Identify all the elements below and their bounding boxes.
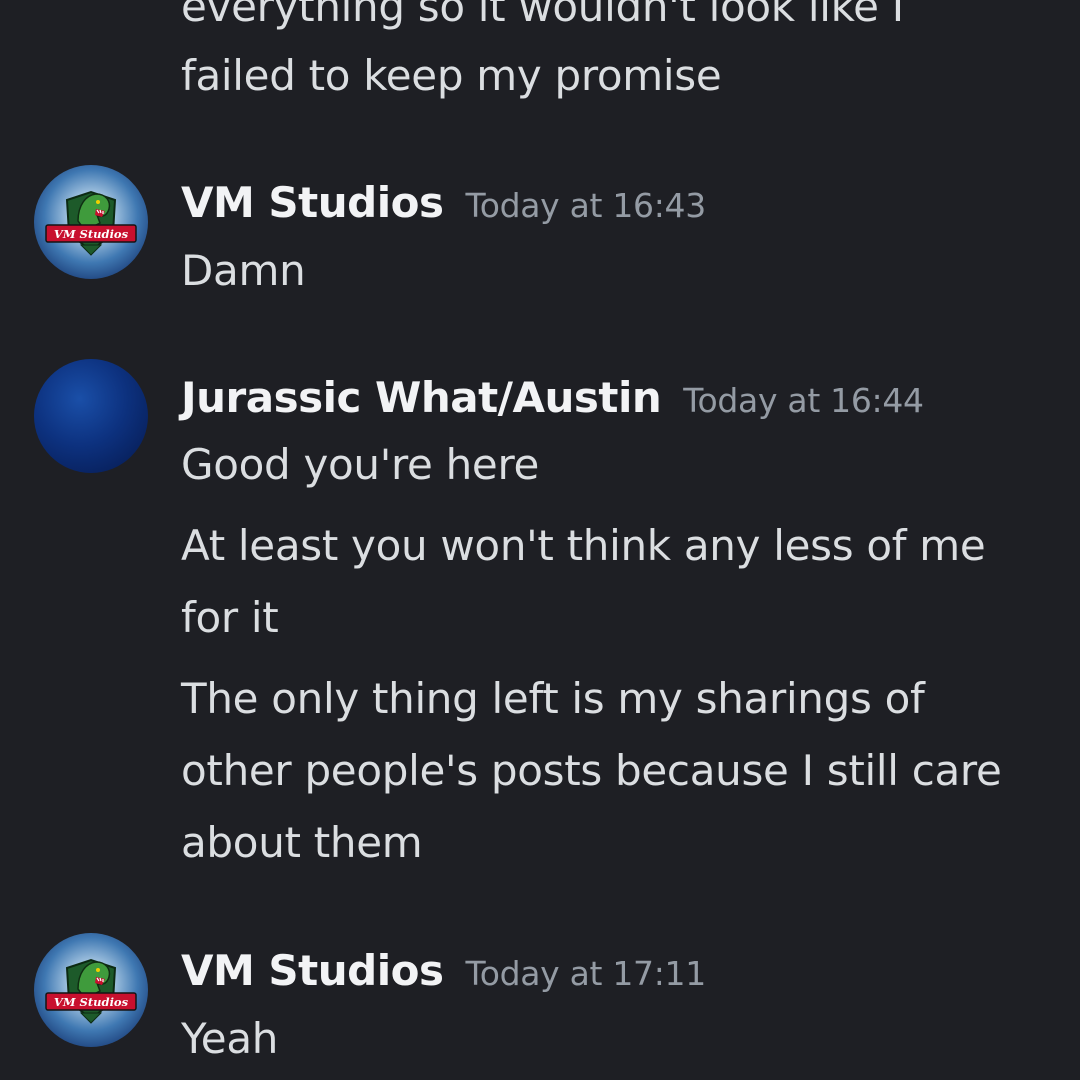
message-line: Good you're here bbox=[181, 440, 540, 489]
author-name[interactable]: VM Studios bbox=[181, 178, 444, 227]
message-line: At least you won't think any less of me bbox=[181, 521, 986, 570]
chat-message-list[interactable]: everything so it wouldn't look like I fa… bbox=[0, 0, 1080, 1080]
avatar-logo-text: VM Studios bbox=[54, 227, 129, 241]
avatar-logo-text: VM Studios bbox=[54, 995, 129, 1009]
message-line: for it bbox=[181, 593, 279, 642]
vm-studios-logo-icon: VM Studios bbox=[45, 958, 137, 1024]
message-header: VM Studios Today at 17:11 bbox=[181, 946, 706, 995]
message-line: everything so it wouldn't look like I bbox=[181, 0, 904, 31]
message-header: VM Studios Today at 16:43 bbox=[181, 178, 706, 227]
message-line: Yeah bbox=[181, 1014, 279, 1063]
vm-studios-logo-icon: VM Studios bbox=[45, 190, 137, 256]
author-name[interactable]: VM Studios bbox=[181, 946, 444, 995]
message-line: other people's posts because I still car… bbox=[181, 746, 1002, 795]
message-line: The only thing left is my sharings of bbox=[181, 674, 925, 723]
message-timestamp: Today at 17:11 bbox=[465, 954, 706, 993]
avatar[interactable]: VM Studios bbox=[34, 933, 148, 1047]
message-line: Damn bbox=[181, 246, 306, 295]
avatar[interactable]: VM Studios bbox=[34, 165, 148, 279]
message-header: Jurassic What/Austin Today at 16:44 bbox=[181, 373, 924, 422]
message-line: about them bbox=[181, 818, 423, 867]
message-timestamp: Today at 16:43 bbox=[465, 186, 706, 225]
message-line: failed to keep my promise bbox=[181, 51, 722, 100]
author-name[interactable]: Jurassic What/Austin bbox=[181, 373, 662, 422]
message-timestamp: Today at 16:44 bbox=[683, 381, 924, 420]
avatar[interactable] bbox=[34, 359, 148, 473]
